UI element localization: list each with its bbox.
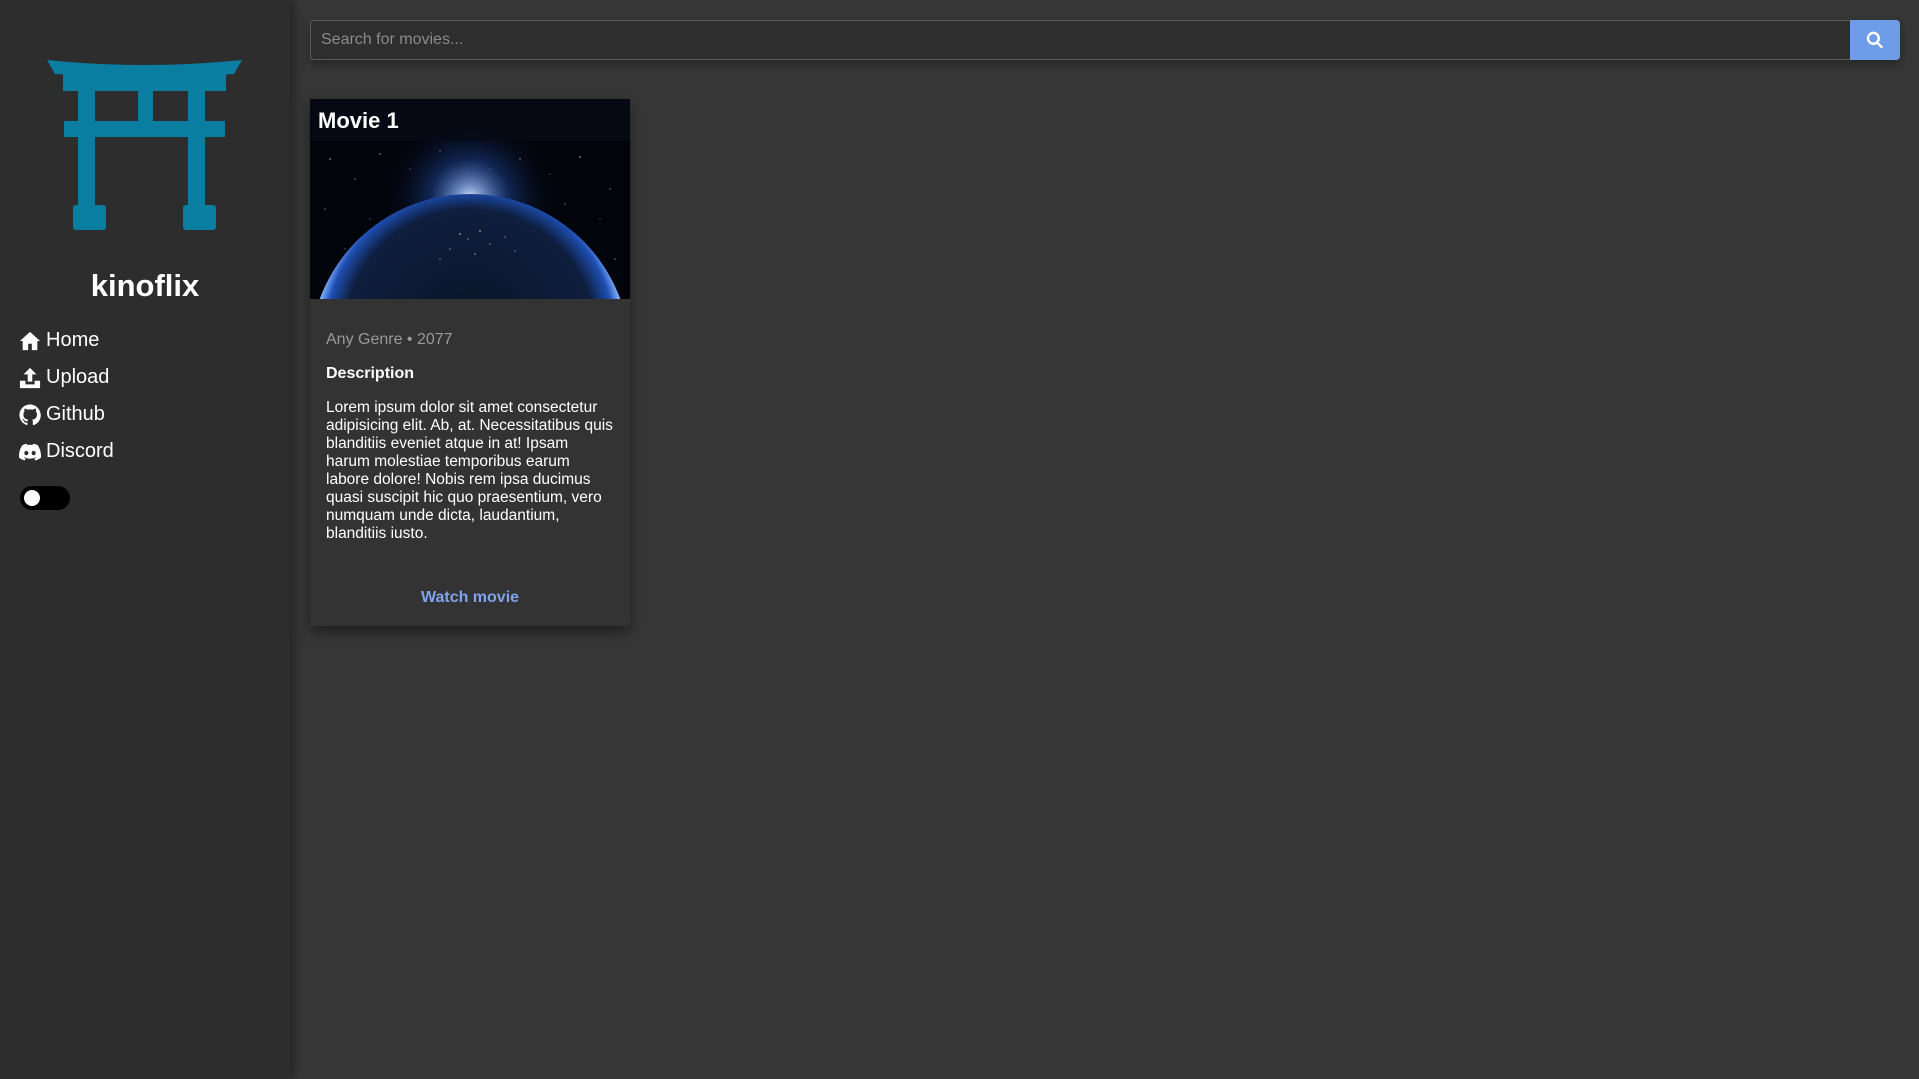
description-heading: Description	[326, 365, 415, 382]
upload-icon	[19, 366, 43, 390]
movie-card: Movie 1 Any Genre • 2077 Description Lor…	[310, 99, 630, 626]
watch-movie-link[interactable]: Watch movie	[310, 589, 630, 607]
movie-title: Movie 1	[318, 108, 399, 133]
home-icon	[19, 329, 43, 353]
sidebar-item-label: Upload	[46, 366, 110, 388]
sidebar-item-discord[interactable]: Discord	[19, 433, 114, 470]
search-bar	[310, 20, 1900, 60]
sidebar-item-upload[interactable]: Upload	[19, 359, 114, 396]
sidebar-item-label: Home	[46, 329, 100, 351]
card-body: Any Genre • 2077 Description Lorem ipsum…	[310, 331, 630, 543]
sidebar-item-home[interactable]: Home	[19, 322, 114, 359]
sidebar: kinoflix Home Upload Github Discord	[0, 0, 290, 1079]
search-icon	[1866, 31, 1884, 49]
sidebar-nav: Home Upload Github Discord	[19, 322, 114, 470]
movie-meta: Any Genre • 2077	[326, 331, 453, 348]
sidebar-item-label: Discord	[46, 440, 114, 462]
sidebar-item-label: Github	[46, 403, 105, 425]
torii-gate-logo-icon[interactable]	[47, 60, 242, 230]
toggle-knob	[24, 490, 40, 506]
brand-name: kinoflix	[90, 268, 200, 303]
theme-toggle[interactable]	[20, 486, 70, 510]
sidebar-item-github[interactable]: Github	[19, 396, 114, 433]
movie-poster: Movie 1	[310, 99, 630, 299]
movie-description: Lorem ipsum dolor sit amet consectetur a…	[326, 399, 613, 542]
search-button[interactable]	[1850, 20, 1900, 60]
search-input[interactable]	[310, 20, 1850, 60]
github-icon	[19, 403, 43, 427]
discord-icon	[19, 440, 43, 464]
